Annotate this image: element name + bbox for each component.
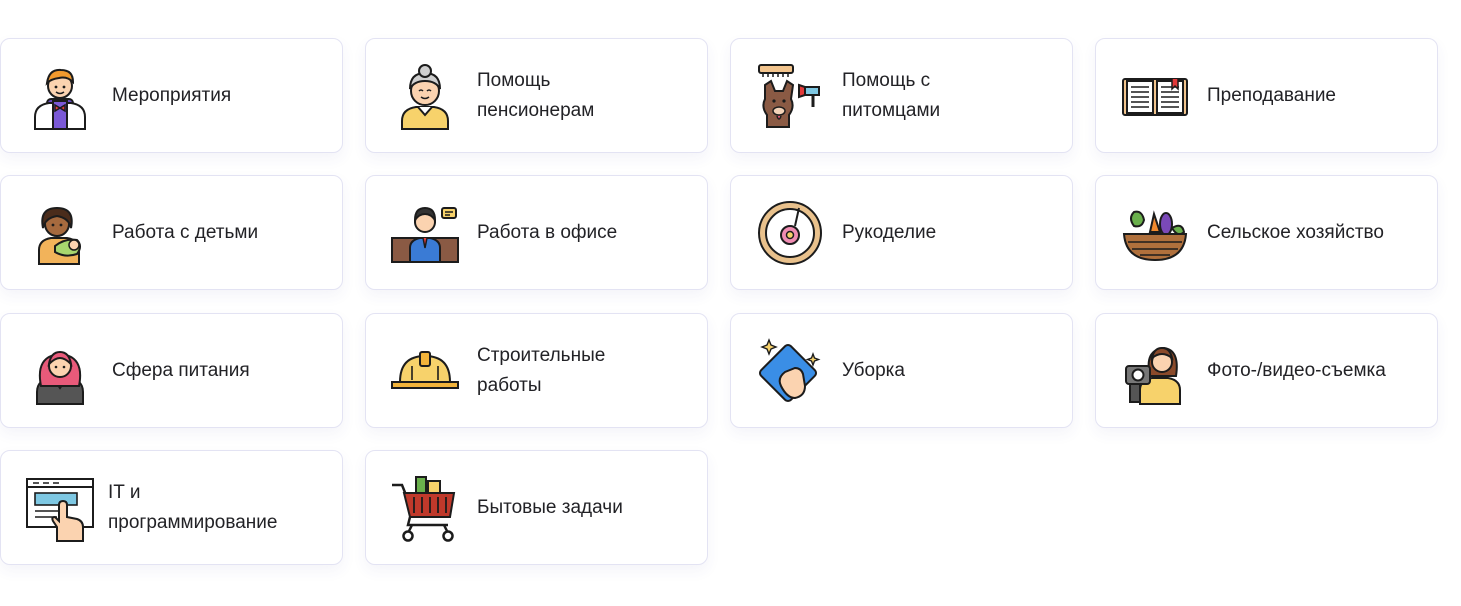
category-card-teaching[interactable]: Преподавание [1095, 38, 1438, 153]
videographer-icon [1125, 346, 1181, 405]
category-card-pets[interactable]: Помощь с питомцами [730, 38, 1073, 153]
category-label: Помощь с питомцами [842, 69, 941, 121]
category-card-events[interactable]: Мероприятия [0, 38, 343, 153]
hard-hat-icon [391, 350, 459, 389]
category-card-handicraft[interactable]: Рукоделие [730, 175, 1073, 290]
nanny-with-baby-icon [38, 206, 81, 265]
category-label: IT и программирование [108, 481, 278, 533]
touch-screen-icon [26, 477, 94, 542]
category-label: Преподавание [1207, 84, 1337, 106]
category-label: Помощь пенсионерам [477, 69, 595, 121]
category-label: Рукоделие [842, 221, 937, 243]
category-label: Сельское хозяйство [1207, 221, 1384, 243]
category-card-cleaning[interactable]: Уборка [730, 313, 1073, 428]
category-card-construction[interactable]: Строительные работы [365, 313, 708, 428]
office-worker-icon [391, 206, 459, 263]
category-card-it[interactable]: IT и программирование [0, 450, 343, 565]
embroidery-hoop-icon [758, 200, 822, 265]
category-card-food-service[interactable]: Сфера питания [0, 313, 343, 428]
category-card-photo-video[interactable]: Фото-/видео-съемка [1095, 313, 1438, 428]
elderly-woman-icon [401, 63, 449, 130]
category-card-pensioners[interactable]: Помощь пенсионерам [365, 38, 708, 153]
category-label: Работа в офисе [477, 221, 618, 243]
open-book-icon [1122, 77, 1188, 116]
category-label: Работа с детьми [112, 221, 259, 243]
category-label: Бытовые задачи [477, 496, 623, 518]
category-label: Фото-/видео-съемка [1207, 359, 1386, 381]
cleaning-cloth-icon [758, 337, 821, 402]
category-label: Мероприятия [112, 84, 232, 106]
category-label: Сфера питания [112, 359, 250, 381]
waitress-icon [36, 350, 84, 405]
dog-grooming-icon [758, 63, 820, 128]
waiter-icon [34, 68, 86, 130]
category-label: Строительные работы [477, 344, 606, 396]
category-card-children[interactable]: Работа с детьми [0, 175, 343, 290]
category-label: Уборка [842, 359, 905, 381]
shopping-cart-icon [392, 475, 456, 542]
category-card-office[interactable]: Работа в офисе [365, 175, 708, 290]
category-card-agriculture[interactable]: Сельское хозяйство [1095, 175, 1438, 290]
vegetable-basket-icon [1122, 209, 1188, 261]
category-card-household[interactable]: Бытовые задачи [365, 450, 708, 565]
